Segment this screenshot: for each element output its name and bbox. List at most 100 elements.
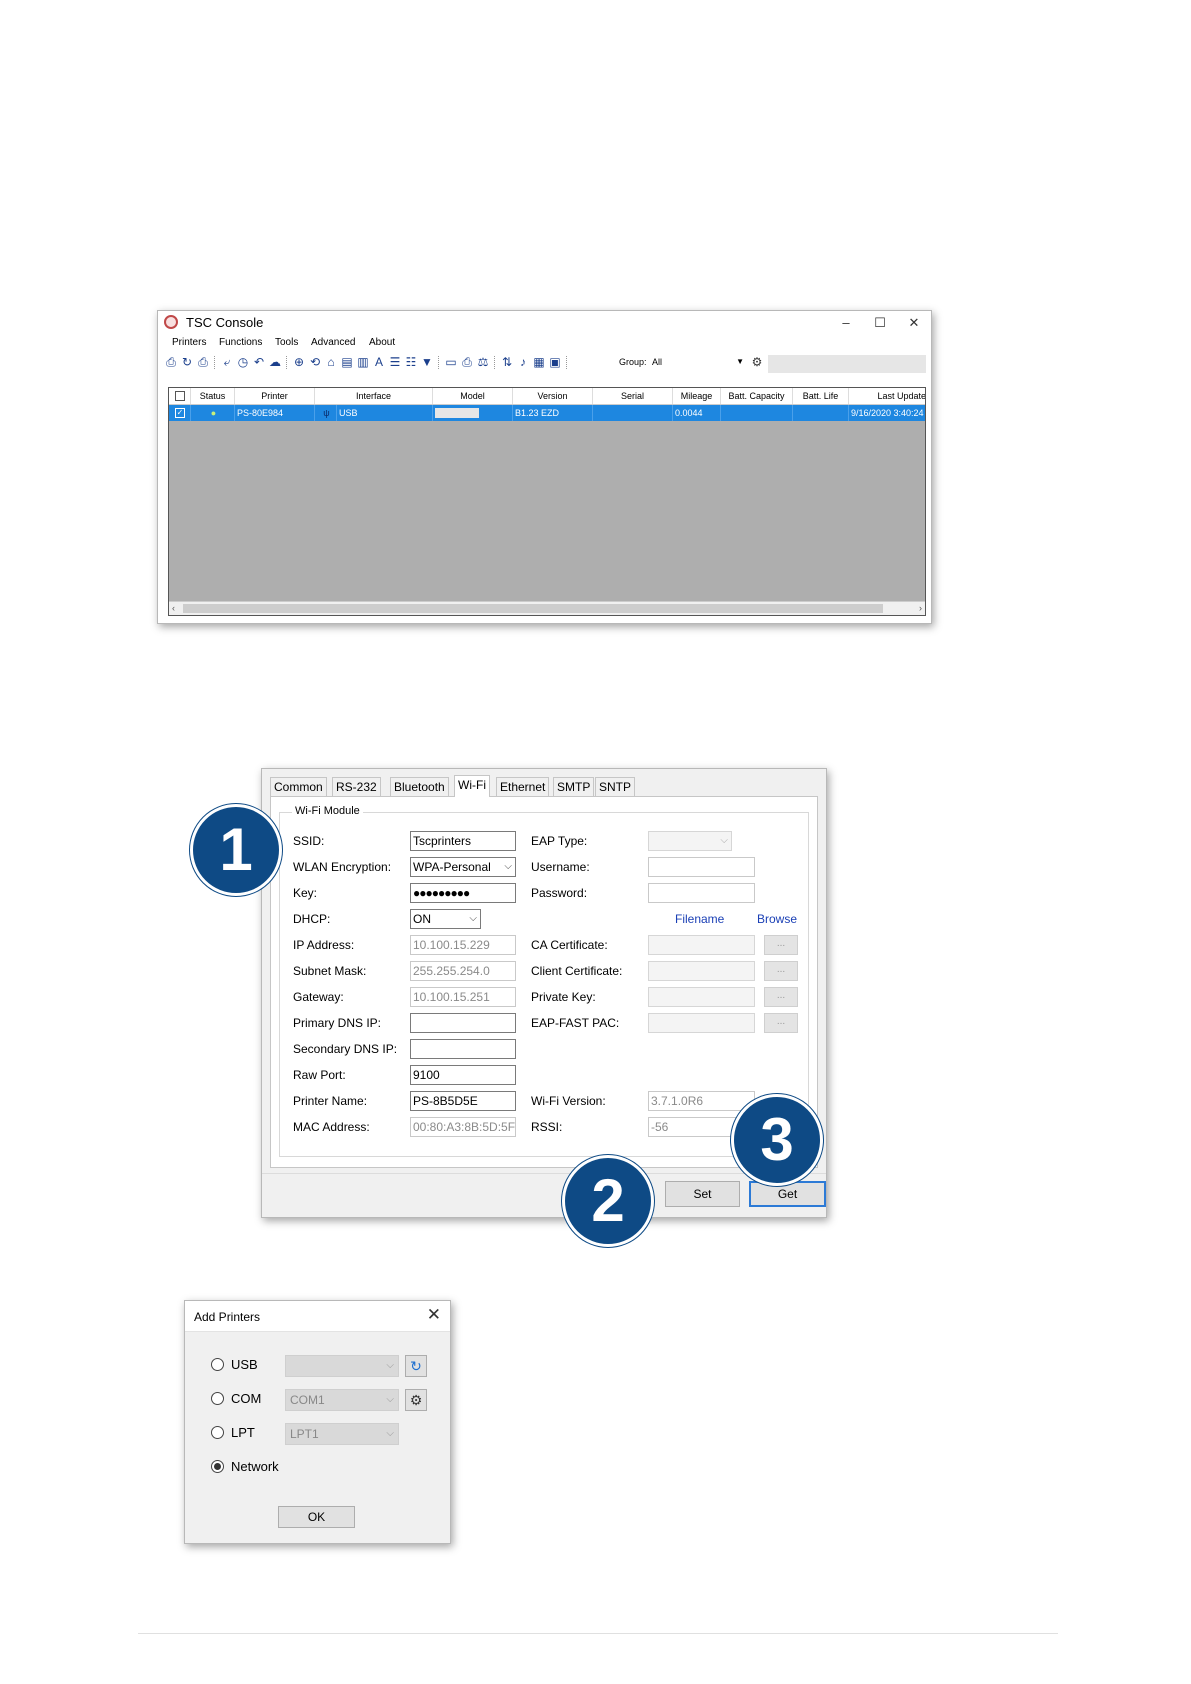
scroll-right-icon[interactable]: › (919, 602, 922, 615)
sort-icon[interactable]: ⇅ (500, 355, 514, 369)
lpt-select[interactable]: LPT1 ⌵ (285, 1423, 399, 1445)
cloud-icon[interactable]: ☁ (268, 355, 282, 369)
tab-ethernet[interactable]: Ethernet (496, 777, 550, 796)
ip-address-input[interactable]: 10.100.15.229 (410, 935, 516, 955)
wifi-icon[interactable]: ▼ (420, 355, 434, 369)
com-select[interactable]: COM1 ⌵ (285, 1389, 399, 1411)
col-batt-life[interactable]: Batt. Life (793, 388, 849, 404)
ssid-input[interactable]: Tscprinters (410, 831, 516, 851)
client-certificate-input[interactable] (648, 961, 755, 981)
table-row[interactable]: ✓ ● PS-80E984 ψ USB B1.23 EZD 0.0044 9/1… (169, 405, 925, 421)
col-model[interactable]: Model (433, 388, 513, 404)
chip-icon[interactable]: ▣ (548, 355, 562, 369)
eap-type-select[interactable]: ⌵ (648, 831, 732, 851)
menu-functions[interactable]: Functions (219, 337, 262, 348)
minimize-button[interactable]: – (829, 312, 863, 334)
tab-common[interactable]: Common (270, 777, 327, 796)
group-select[interactable]: All ▼ (650, 355, 746, 369)
tab-sntp[interactable]: SNTP (595, 777, 636, 796)
col-interface[interactable]: Interface (315, 388, 433, 404)
gear-icon[interactable]: ⚙ (405, 1389, 427, 1411)
feed-icon[interactable]: ⤶ (220, 355, 234, 369)
rotate-icon[interactable]: ⟲ (308, 355, 322, 369)
browse-link[interactable]: Browse (757, 912, 797, 926)
ok-button[interactable]: OK (278, 1506, 355, 1528)
tab-smtp[interactable]: SMTP (553, 777, 595, 796)
col-version[interactable]: Version (513, 388, 593, 404)
list-icon[interactable]: ☰ (388, 355, 402, 369)
eap-fast-pac-browse-button[interactable]: ... (764, 1013, 798, 1033)
wifi-version-input[interactable]: 3.7.1.0R6 (648, 1091, 755, 1111)
document-icon[interactable]: ▥ (356, 355, 370, 369)
menu-about[interactable]: About (369, 337, 395, 348)
tab-wifi[interactable]: Wi-Fi (454, 775, 490, 797)
usb-radio[interactable] (211, 1358, 224, 1371)
scroll-left-icon[interactable]: ‹ (172, 602, 175, 615)
gear-icon[interactable]: ⚙ (750, 355, 764, 369)
dhcp-select[interactable]: ON ⌵ (410, 909, 481, 929)
set-button[interactable]: Set (665, 1181, 740, 1207)
printer-name-label: Printer Name: (293, 1094, 368, 1108)
menu-advanced[interactable]: Advanced (311, 337, 355, 348)
refresh-icon[interactable]: ↻ (405, 1355, 427, 1377)
private-key-input[interactable] (648, 987, 755, 1007)
col-serial[interactable]: Serial (593, 388, 673, 404)
select-all-checkbox[interactable] (175, 391, 185, 401)
refresh-icon[interactable]: ↻ (180, 355, 194, 369)
col-status[interactable]: Status (191, 388, 235, 404)
add-printer-icon[interactable]: ⎙ (164, 355, 178, 369)
group-label: Group: (619, 357, 647, 367)
client-certificate-browse-button[interactable]: ... (764, 961, 798, 981)
clock-icon[interactable]: ◷ (236, 355, 250, 369)
ca-certificate-input[interactable] (648, 935, 755, 955)
wlan-encryption-select[interactable]: WPA-Personal ⌵ (410, 857, 516, 877)
horizontal-scrollbar[interactable]: ‹ › (169, 601, 925, 615)
scroll-thumb[interactable] (183, 604, 883, 613)
printer-name-input[interactable]: PS-8B5D5E (410, 1091, 516, 1111)
tab-bluetooth[interactable]: Bluetooth (390, 777, 449, 796)
client-certificate-label: Client Certificate: (531, 964, 623, 978)
scale-icon[interactable]: ⚖ (476, 355, 490, 369)
menu-printers[interactable]: Printers (172, 337, 206, 348)
primary-dns-input[interactable] (410, 1013, 516, 1033)
com-radio[interactable] (211, 1392, 224, 1405)
printer-settings-icon[interactable]: ⎙ (196, 355, 210, 369)
mac-address-input[interactable]: 00:80:A3:8B:5D:5F (410, 1117, 516, 1137)
tab-rs232[interactable]: RS-232 (332, 777, 381, 796)
window-icon[interactable]: ▭ (444, 355, 458, 369)
home-icon[interactable]: ⌂ (324, 355, 338, 369)
list-alt-icon[interactable]: ☷ (404, 355, 418, 369)
undo-icon[interactable]: ↶ (252, 355, 266, 369)
target-icon[interactable]: ⊕ (292, 355, 306, 369)
font-icon[interactable]: A (372, 355, 386, 369)
col-last-update[interactable]: Last Update (849, 388, 925, 404)
ca-certificate-browse-button[interactable]: ... (764, 935, 798, 955)
menu-tools[interactable]: Tools (275, 337, 298, 348)
print-icon[interactable]: ⎙ (460, 355, 474, 369)
maximize-button[interactable]: ☐ (863, 312, 897, 334)
bell-icon[interactable]: ♪ (516, 355, 530, 369)
col-batt-capacity[interactable]: Batt. Capacity (721, 388, 793, 404)
username-input[interactable] (648, 857, 755, 877)
lpt-radio[interactable] (211, 1426, 224, 1439)
raw-port-input[interactable]: 9100 (410, 1065, 516, 1085)
col-mileage[interactable]: Mileage (673, 388, 721, 404)
wifi-panel: Wi-Fi Module SSID: WLAN Encryption: Key:… (270, 796, 818, 1168)
get-button[interactable]: Get (749, 1181, 826, 1207)
close-icon[interactable]: ✕ (427, 1305, 441, 1325)
key-input[interactable]: ●●●●●●●●● (410, 883, 516, 903)
close-button[interactable]: ✕ (897, 312, 931, 334)
subnet-mask-input[interactable]: 255.255.254.0 (410, 961, 516, 981)
file-icon[interactable]: ▤ (340, 355, 354, 369)
private-key-browse-button[interactable]: ... (764, 987, 798, 1007)
eap-fast-pac-input[interactable] (648, 1013, 755, 1033)
password-input[interactable] (648, 883, 755, 903)
network-radio[interactable] (211, 1460, 224, 1473)
filename-link[interactable]: Filename (675, 912, 724, 926)
col-printer[interactable]: Printer (235, 388, 315, 404)
secondary-dns-input[interactable] (410, 1039, 516, 1059)
grid-icon[interactable]: ▦ (532, 355, 546, 369)
gateway-input[interactable]: 10.100.15.251 (410, 987, 516, 1007)
usb-select[interactable]: ⌵ (285, 1355, 399, 1377)
row-checkbox[interactable]: ✓ (175, 408, 185, 418)
